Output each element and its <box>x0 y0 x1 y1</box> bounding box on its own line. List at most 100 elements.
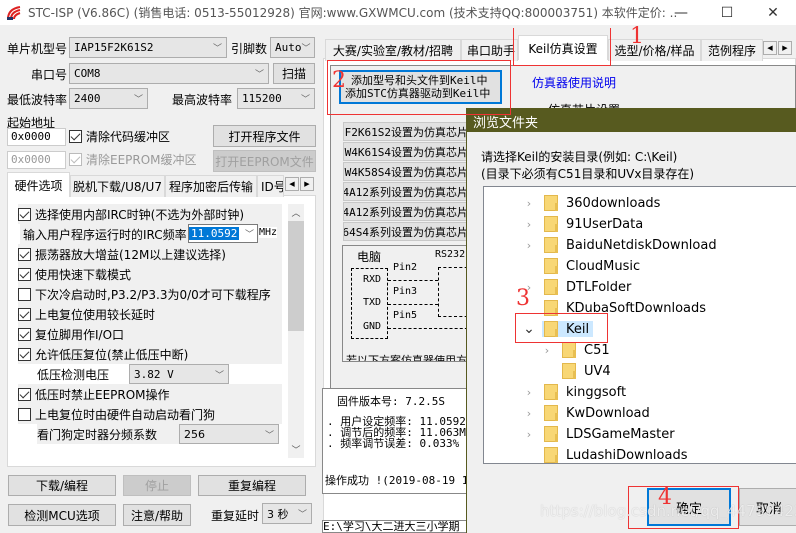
stop-button[interactable]: 停止 <box>123 475 191 496</box>
tab-encrypted-transfer[interactable]: 程序加密后传输 <box>165 175 257 197</box>
folder-tree-item[interactable]: › 360downloads <box>522 193 664 213</box>
set-emulator-chip-button[interactable]: 将IAP15W4K61S4设置为仿真芯片 <box>343 142 473 161</box>
code-address-input[interactable]: 0x0000 <box>7 128 66 146</box>
maximize-button[interactable]: ☐ <box>704 0 750 25</box>
folder-entry[interactable]: KDubaSoftDownloads <box>542 300 710 316</box>
cancel-button[interactable]: 取消 <box>739 488 796 526</box>
wdt-value: 256 <box>184 427 205 441</box>
folder-entry[interactable]: DTLFolder <box>542 279 635 295</box>
folder-entry[interactable]: BaiduNetdiskDownload <box>542 237 721 253</box>
tab-serial-assistant[interactable]: 串口助手 <box>461 39 518 61</box>
add-to-keil-button[interactable]: 添加型号和头文件到Keil中 添加STC仿真器驱动到Keil中 <box>339 70 502 104</box>
tab-offline-download[interactable]: 脱机下载/U8/U7 <box>70 175 165 197</box>
chevron-right-icon[interactable]: › <box>522 428 536 441</box>
chevron-right-icon[interactable]: › <box>540 344 554 357</box>
set-emulator-chip-button[interactable]: 将STC8F8K64S4A12系列设置为仿真芯片 <box>343 202 473 221</box>
open-eeprom-file-button[interactable]: 打开EEPROM文件 <box>213 150 316 172</box>
download-program-button[interactable]: 下载/编程 <box>8 475 116 496</box>
folder-tree-item[interactable]: LudashiDownloads <box>522 445 692 463</box>
lvd-select[interactable]: 3.82 V ﹀ <box>129 364 229 384</box>
set-emulator-chip-button[interactable]: 将STC8F2K64S4系列设置为仿真芯片 <box>343 222 473 241</box>
chevron-right-icon[interactable]: › <box>522 218 536 231</box>
option-fast-download[interactable]: 使用快速下载模式 <box>18 264 282 284</box>
option-hw-watchdog[interactable]: 上电复位时由硬件自动启动看门狗 <box>18 404 282 424</box>
chevron-right-icon[interactable]: › <box>522 407 536 420</box>
folder-tree-item[interactable]: CloudMusic <box>522 256 644 276</box>
chevron-right-icon[interactable]: › <box>522 197 536 210</box>
option-internal-irc[interactable]: 选择使用内部IRC时钟(不选为外部时钟) <box>18 204 282 224</box>
set-emulator-chip-button[interactable]: 将IAP15W4K58S4设置为仿真芯片 <box>343 162 473 181</box>
minimize-button[interactable]: — <box>658 0 704 25</box>
irc-frequency-select[interactable]: 11.0592 ﹀ <box>188 224 258 243</box>
pin3-label: Pin3 <box>393 286 418 297</box>
folder-tree-item[interactable]: ⌄ Keil <box>522 319 594 339</box>
check-mcu-options-button[interactable]: 检测MCU选项 <box>8 504 116 526</box>
pin2-label: Pin2 <box>393 262 418 273</box>
option-long-reset-delay[interactable]: 上电复位使用较长延时 <box>18 304 282 324</box>
repeat-delay-select[interactable]: 3 秒 ﹀ <box>262 503 312 524</box>
scan-button[interactable]: 扫描 <box>273 63 315 84</box>
tab-scroll-right-icon[interactable]: ▶ <box>778 41 792 55</box>
option-reset-pin-io[interactable]: 复位脚用作I/O口 <box>18 324 282 344</box>
folder-tree-item[interactable]: › LDSGameMaster <box>522 424 679 444</box>
folder-tree-item[interactable]: › DTLFolder <box>522 277 635 297</box>
eeprom-address-input[interactable]: 0x0000 <box>7 151 66 169</box>
clear-eeprom-buffer-checkbox[interactable]: 清除EEPROM缓冲区 <box>69 151 197 168</box>
mcu-type-select[interactable]: IAP15F2K61S2 ﹀ <box>69 37 227 58</box>
option-low-voltage-reset[interactable]: 允许低压复位(禁止低压中断) <box>18 344 282 364</box>
folder-icon <box>544 216 558 232</box>
folder-entry[interactable]: 91UserData <box>542 216 647 232</box>
folder-tree-item[interactable]: › BaiduNetdiskDownload <box>522 235 721 255</box>
clear-code-buffer-checkbox[interactable]: 清除代码缓冲区 <box>69 128 170 145</box>
tab-competition[interactable]: 大赛/实验室/教材/招聘 <box>325 39 461 61</box>
wdt-select[interactable]: 256 ﹀ <box>179 424 279 444</box>
tab-id-number[interactable]: ID号 <box>257 175 284 197</box>
tab-keil-simulation[interactable]: Keil仿真设置 <box>518 35 608 60</box>
scrollbar-thumb[interactable] <box>288 221 304 331</box>
folder-entry[interactable]: KwDownload <box>542 405 654 421</box>
folder-entry[interactable]: LudashiDownloads <box>542 447 692 463</box>
open-program-file-button[interactable]: 打开程序文件 <box>213 125 316 147</box>
max-baud-select[interactable]: 115200 ﹀ <box>237 88 315 109</box>
folder-entry[interactable]: CloudMusic <box>542 258 644 274</box>
options-scrollbar[interactable]: ︿ ﹀ <box>288 204 304 458</box>
folder-entry[interactable]: Keil <box>542 321 594 337</box>
tab-scroll-left-icon[interactable]: ◀ <box>285 177 299 191</box>
repeat-program-button[interactable]: 重复编程 <box>198 475 306 496</box>
chevron-right-icon[interactable]: › <box>522 239 536 252</box>
folder-tree-item[interactable]: UV4 <box>540 361 615 381</box>
close-button[interactable]: ✕ <box>750 0 796 25</box>
min-baud-select[interactable]: 2400 ﹀ <box>69 88 148 109</box>
folder-entry[interactable]: kinggsoft <box>542 384 630 400</box>
file-path-field[interactable]: E:\学习\大二进大三小学期 <box>322 520 472 533</box>
option-cold-start-p32-p33[interactable]: 下次冷启动时,P3.2/P3.3为0/0才可下载程序 <box>18 284 282 304</box>
set-emulator-chip-button[interactable]: 将IAP15F2K61S2设置为仿真芯片 <box>343 122 473 141</box>
port-select[interactable]: COM8 ﹀ <box>69 63 269 84</box>
chevron-right-icon[interactable]: › <box>522 386 536 399</box>
scroll-up-icon[interactable]: ︿ <box>288 204 304 221</box>
folder-tree-item[interactable]: KDubaSoftDownloads <box>522 298 710 318</box>
folder-tree-item[interactable]: › 91UserData <box>522 214 647 234</box>
option-oscillator-gain[interactable]: 振荡器放大增益(12M以上建议选择) <box>18 244 282 264</box>
folder-tree-item[interactable]: › kinggsoft <box>522 382 630 402</box>
set-emulator-chip-button[interactable]: 将STC8A8K64S4A12系列设置为仿真芯片 <box>343 182 473 201</box>
tab-hardware-options[interactable]: 硬件选项 <box>7 172 70 197</box>
folder-entry[interactable]: C51 <box>560 342 614 358</box>
chevron-down-icon[interactable]: ⌄ <box>522 321 536 337</box>
scroll-down-icon[interactable]: ﹀ <box>288 441 304 458</box>
annotation-number-4: 4 <box>658 485 672 510</box>
folder-entry[interactable]: LDSGameMaster <box>542 426 679 442</box>
folder-entry[interactable]: 360downloads <box>542 195 664 211</box>
emulator-help-link[interactable]: 仿真器使用说明 <box>532 74 616 91</box>
tab-scroll-right-icon[interactable]: ▶ <box>300 177 314 191</box>
tab-example-programs[interactable]: 范例程序 <box>701 39 763 61</box>
folder-tree-item[interactable]: › C51 <box>540 340 614 360</box>
tab-scroll-left-icon[interactable]: ◀ <box>763 41 777 55</box>
option-lv-disable-eeprom[interactable]: 低压时禁止EEPROM操作 <box>18 384 282 404</box>
notes-help-button[interactable]: 注意/帮助 <box>123 504 191 526</box>
folder-tree-item[interactable]: › KwDownload <box>522 403 654 423</box>
tab-selection-price[interactable]: 选型/价格/样品 <box>608 39 701 61</box>
folder-entry[interactable]: UV4 <box>560 363 615 379</box>
pin-count-select[interactable]: Auto ﹀ <box>270 37 315 58</box>
folder-tree[interactable]: › 360downloads › 91UserData › BaiduNetdiskDow… <box>483 186 796 464</box>
